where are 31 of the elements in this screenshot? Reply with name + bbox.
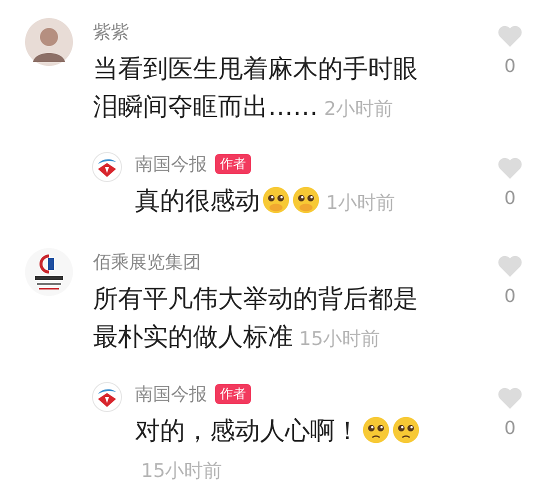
logo-avatar	[92, 382, 122, 412]
username[interactable]: 南国今报	[135, 382, 207, 406]
emoji-icon	[292, 186, 320, 214]
like-count: 0	[504, 286, 516, 307]
comment-text: 泪瞬间夺眶而出……	[93, 92, 318, 121]
logo-avatar	[92, 152, 122, 182]
comment-text: 对的，感动人心啊！	[135, 416, 360, 445]
like-button[interactable]	[497, 386, 523, 410]
comment-text: 所有平凡伟大举动的背后都是	[93, 283, 419, 315]
author-tag: 作者	[215, 384, 251, 404]
username[interactable]: 紫紫	[93, 20, 129, 44]
like-button[interactable]	[497, 254, 523, 278]
like-button[interactable]	[497, 24, 523, 48]
comment-text: 最朴实的做人标准	[93, 322, 293, 351]
author-tag: 作者	[215, 154, 251, 174]
like-count: 0	[504, 56, 516, 77]
timestamp: 15小时前	[141, 459, 222, 484]
emoji-icon	[392, 416, 420, 444]
username[interactable]: 南国今报	[135, 152, 207, 176]
emoji-icon	[262, 186, 290, 214]
comment-text: 当看到医生甩着麻木的手时眼	[93, 53, 419, 85]
emoji-icon	[362, 416, 390, 444]
like-button[interactable]	[497, 156, 523, 180]
like-count: 0	[504, 418, 516, 439]
timestamp: 1小时前	[326, 191, 396, 216]
comment-text: 真的很感动	[135, 186, 260, 215]
avatar	[25, 18, 73, 66]
like-count: 0	[504, 188, 516, 209]
timestamp: 15小时前	[299, 327, 380, 352]
timestamp: 2小时前	[324, 97, 394, 122]
username[interactable]: 佰乘展览集团	[93, 250, 201, 274]
